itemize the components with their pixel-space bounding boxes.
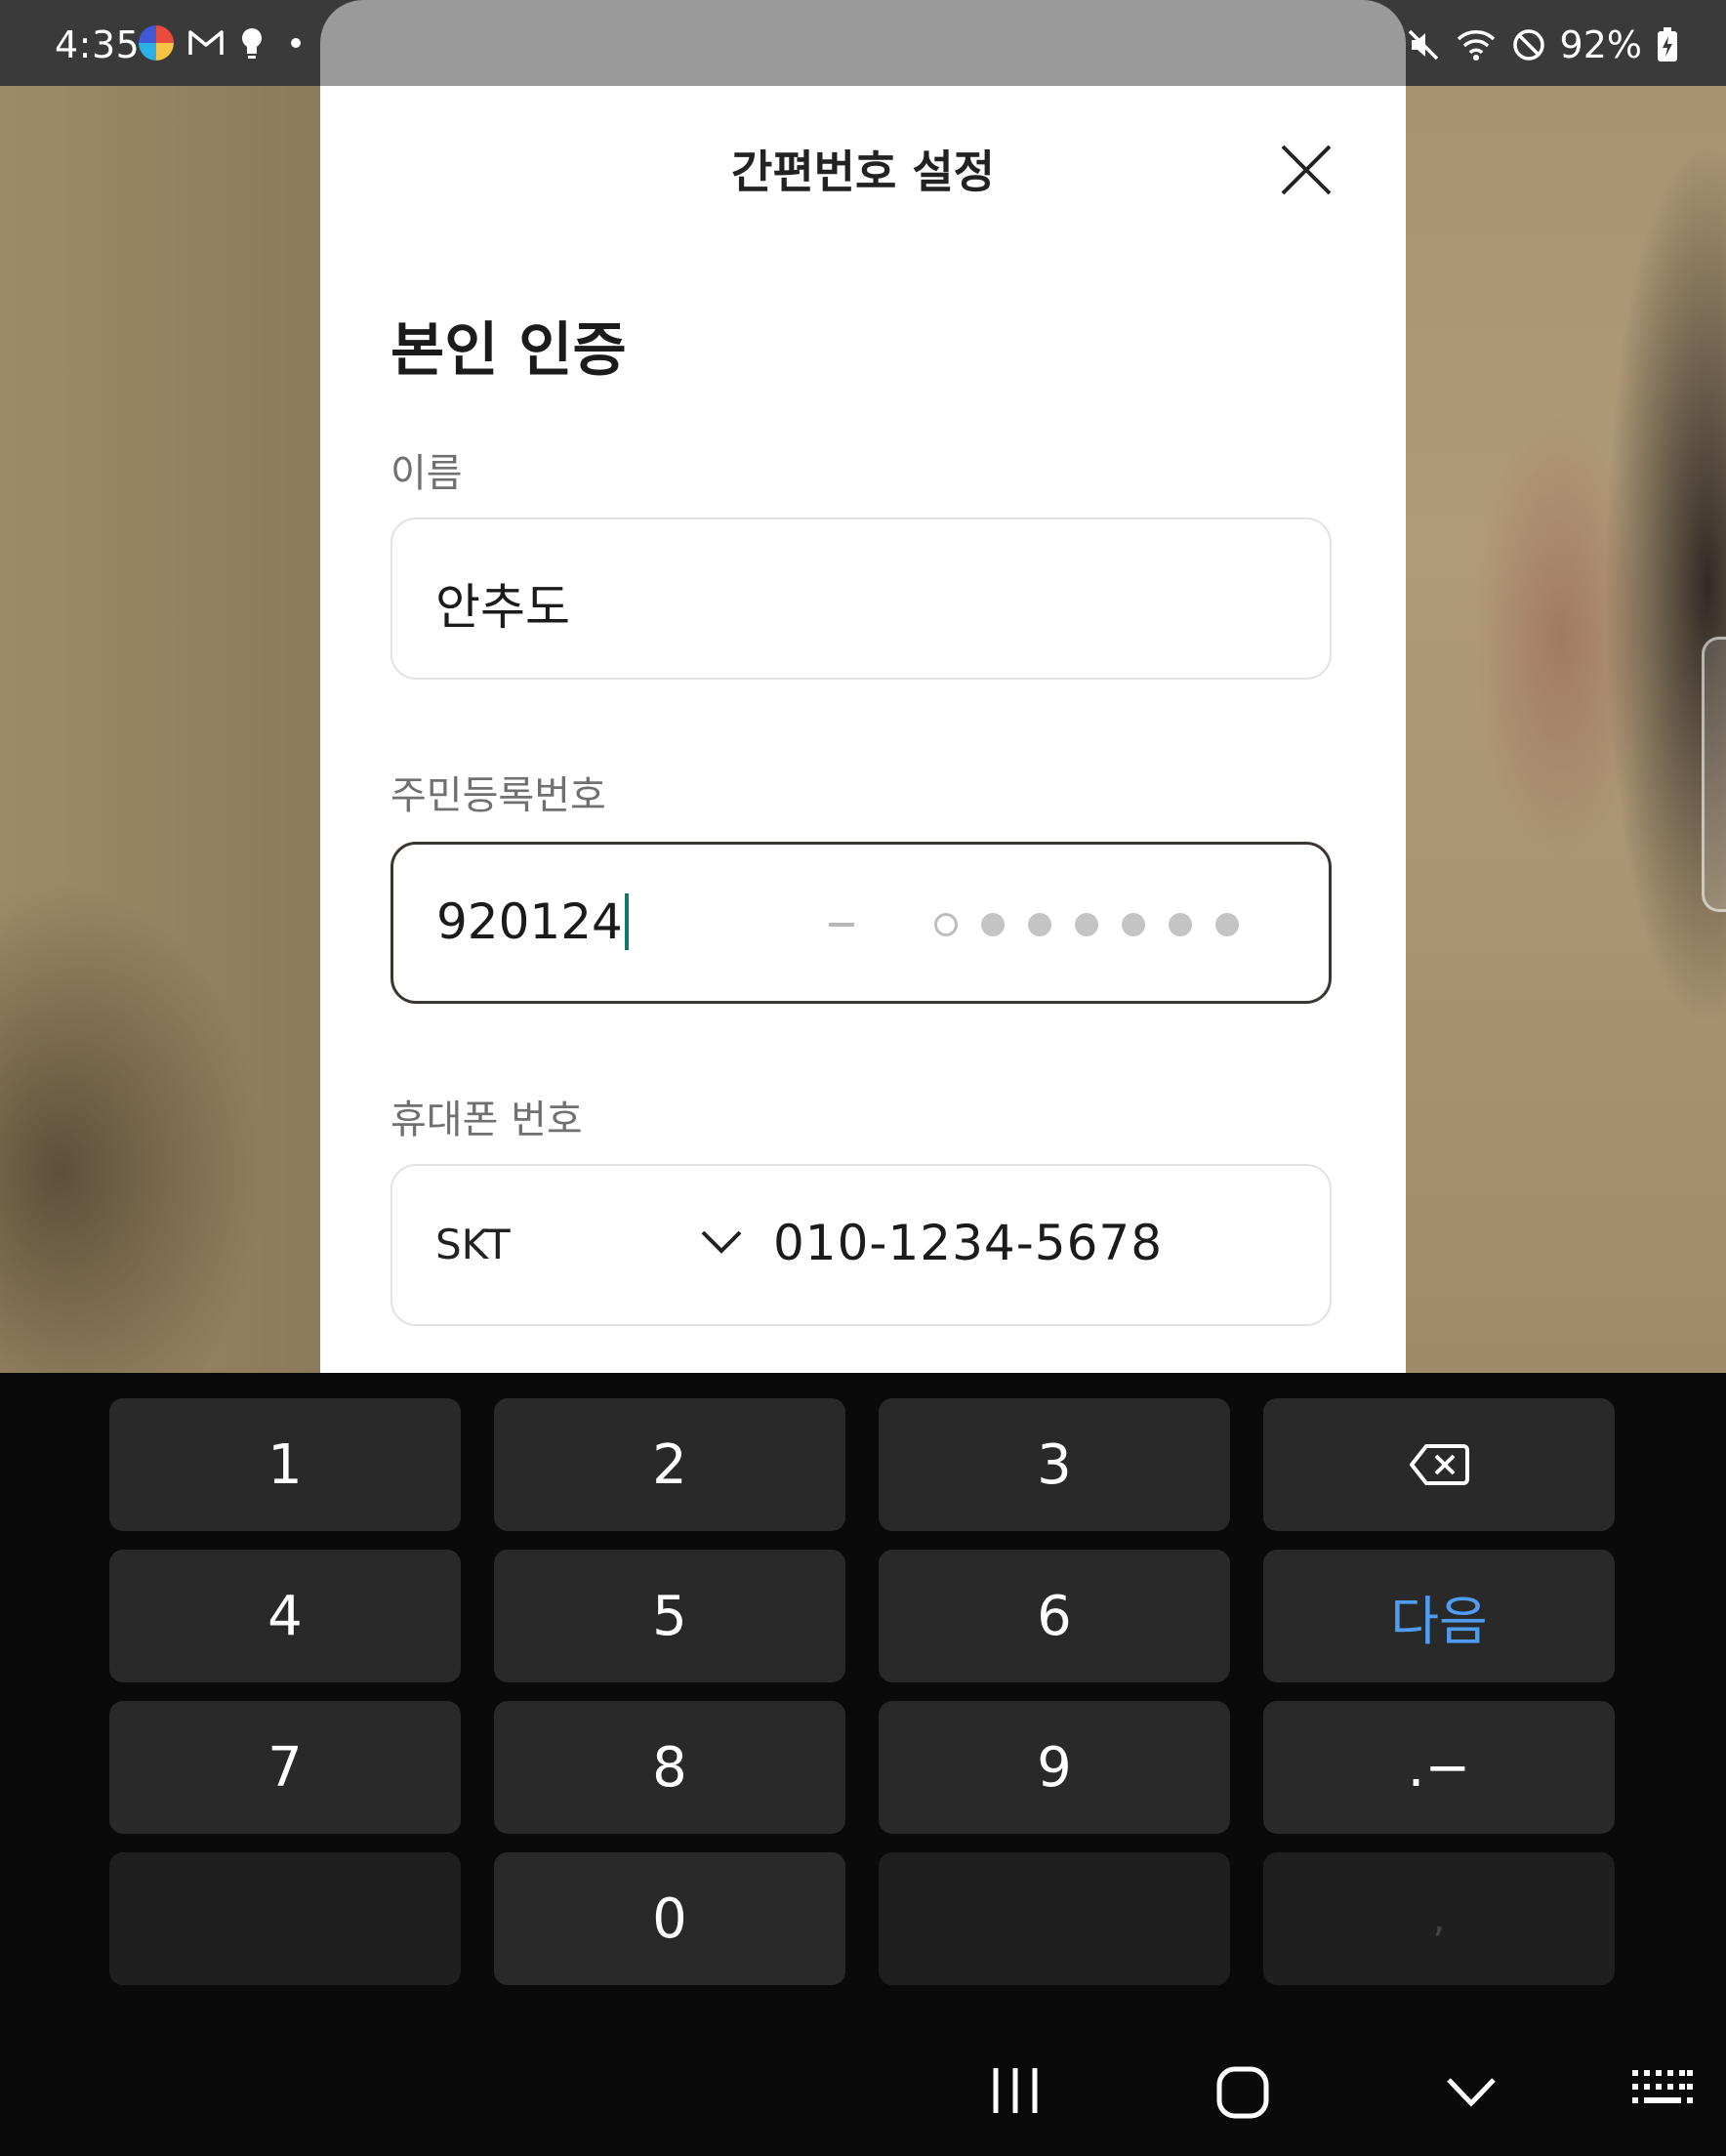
simple-pin-setup-modal: 간편번호 설정 본인 인증 이름 안추도 주민등록번호 920124 휴대폰 번… — [320, 86, 1406, 1373]
rrn-dot-filled — [981, 913, 1005, 936]
symbol-key[interactable]: .− — [1263, 1701, 1615, 1834]
text-cursor — [624, 892, 629, 950]
rrn-front-field[interactable]: 920124 — [436, 892, 629, 950]
wifi-icon — [1457, 30, 1495, 61]
chevron-down-icon — [701, 1230, 742, 1254]
key-0[interactable]: 0 — [494, 1852, 845, 1985]
rrn-dot-filled — [1028, 913, 1051, 936]
key-6[interactable]: 6 — [879, 1550, 1230, 1682]
name-value: 안추도 — [435, 579, 570, 636]
key-9[interactable]: 9 — [879, 1701, 1230, 1834]
rrn-dot-filled — [1075, 913, 1098, 936]
recent-apps-button[interactable] — [990, 2066, 1041, 2119]
backspace-key[interactable] — [1263, 1398, 1615, 1531]
battery-percent: 92% — [1559, 23, 1642, 66]
modal-top-strip — [320, 0, 1406, 86]
phone-number-input[interactable]: 010-1234-5678 — [773, 1215, 1163, 1271]
numeric-keyboard: 1 2 3 4 5 6 다음 7 8 9 .− 0 , — [0, 1373, 1726, 2019]
carrier-select[interactable]: SKT — [435, 1221, 511, 1268]
phone-label: 휴대폰 번호 — [390, 1098, 583, 1142]
key-2[interactable]: 2 — [494, 1398, 845, 1531]
rrn-dot-empty — [934, 913, 958, 936]
close-icon — [1281, 145, 1332, 195]
status-time: 4:35 — [55, 23, 141, 66]
key-1[interactable]: 1 — [109, 1398, 461, 1531]
key-4[interactable]: 4 — [109, 1550, 461, 1682]
name-input[interactable]: 안추도 — [390, 518, 1332, 680]
modal-title: 간편번호 설정 — [731, 145, 995, 198]
system-icons: 92% — [1406, 23, 1679, 66]
home-icon — [1216, 2066, 1269, 2119]
key-5[interactable]: 5 — [494, 1550, 845, 1682]
rrn-dot-filled — [1215, 913, 1239, 936]
gmail-icon — [188, 30, 224, 55]
blurred-background-right — [1405, 0, 1726, 1373]
keyboard-switch-button[interactable] — [1630, 2068, 1693, 2111]
edge-panel-handle[interactable] — [1702, 637, 1726, 912]
rrn-input[interactable]: 920124 — [390, 842, 1332, 1004]
chevron-down-icon — [1447, 2078, 1496, 2107]
key-7[interactable]: 7 — [109, 1701, 461, 1834]
chrome-app-icon — [139, 25, 174, 61]
close-button[interactable] — [1279, 143, 1334, 197]
dot-icon — [291, 38, 301, 48]
keyboard-icon — [1632, 2070, 1693, 2103]
blank-key — [109, 1852, 461, 1985]
recent-apps-icon — [993, 2068, 1038, 2113]
navigation-bar — [0, 2019, 1726, 2156]
key-3[interactable]: 3 — [879, 1398, 1230, 1531]
bulb-icon — [242, 28, 262, 59]
carrier-dropdown-button[interactable] — [697, 1223, 746, 1262]
rrn-back-field[interactable] — [934, 913, 1239, 936]
rrn-dot-filled — [1169, 913, 1192, 936]
battery-charging-icon — [1658, 27, 1677, 62]
phone-input-group: SKT 010-1234-5678 — [390, 1164, 1332, 1326]
do-not-disturb-icon — [1512, 29, 1544, 61]
mute-icon — [1408, 29, 1438, 61]
next-key[interactable]: 다음 — [1263, 1550, 1615, 1682]
name-label: 이름 — [390, 451, 463, 496]
blank-key — [879, 1852, 1230, 1985]
section-title: 본인 인증 — [390, 316, 627, 385]
hide-keyboard-button[interactable] — [1445, 2076, 1498, 2113]
key-8[interactable]: 8 — [494, 1701, 845, 1834]
comma-key[interactable]: , — [1263, 1852, 1615, 1985]
rrn-label: 주민등록번호 — [390, 773, 606, 818]
notification-icons — [139, 25, 301, 61]
rrn-dot-filled — [1122, 913, 1145, 936]
rrn-front-value: 920124 — [436, 893, 623, 950]
rrn-separator — [829, 923, 854, 927]
backspace-icon — [1410, 1444, 1469, 1485]
home-button[interactable] — [1216, 2066, 1269, 2123]
